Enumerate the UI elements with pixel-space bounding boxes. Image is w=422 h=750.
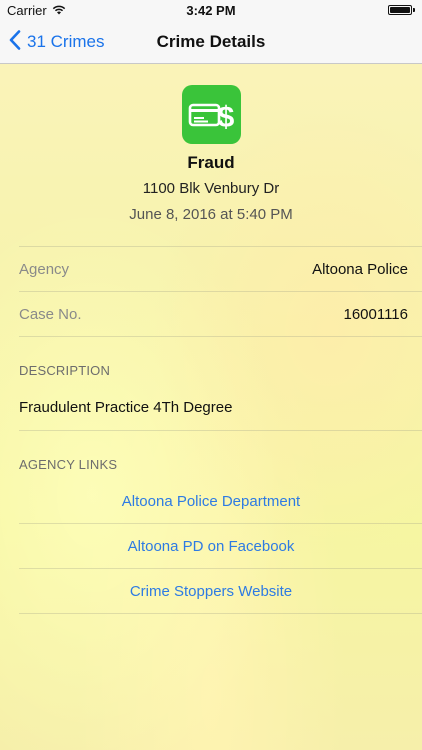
crime-header: $ Fraud 1100 Blk Venbury Dr June 8, 2016… — [0, 85, 422, 224]
crime-type: Fraud — [187, 153, 235, 172]
divider — [19, 430, 422, 431]
link-crime-stoppers-website[interactable]: Crime Stoppers Website — [0, 569, 422, 613]
agency-links-header: AGENCY LINKS — [19, 457, 118, 472]
case-number-row: Case No. 16001116 — [0, 292, 422, 336]
navigation-bar: 31 Crimes Crime Details — [0, 20, 422, 64]
svg-text:$: $ — [218, 101, 234, 132]
link-altoona-pd-facebook[interactable]: Altoona PD on Facebook — [0, 524, 422, 568]
wifi-icon — [52, 3, 66, 18]
carrier-label: Carrier — [7, 2, 47, 18]
back-button[interactable]: 31 Crimes — [9, 20, 104, 64]
agency-label: Agency — [19, 260, 70, 278]
agency-value: Altoona Police — [312, 260, 408, 278]
link-altoona-police-department[interactable]: Altoona Police Department — [0, 479, 422, 523]
divider — [19, 613, 422, 614]
crime-address: 1100 Blk Venbury Dr — [142, 180, 280, 197]
divider — [19, 336, 422, 337]
description-text: Fraudulent Practice 4Th Degree — [19, 399, 233, 416]
case-number-value: 16001116 — [343, 305, 408, 323]
case-number-label: Case No. — [19, 305, 82, 323]
crime-datetime: June 8, 2016 at 5:40 PM — [129, 206, 293, 223]
back-button-label: 31 Crimes — [27, 32, 105, 51]
credit-card-dollar-icon: $ — [181, 85, 241, 144]
status-left: Carrier — [7, 3, 66, 18]
battery-icon — [388, 5, 415, 15]
chevron-left-icon — [9, 29, 21, 55]
description-header: DESCRIPTION — [19, 363, 111, 378]
status-bar: Carrier 3:42 PM — [0, 0, 422, 20]
agency-row: Agency Altoona Police — [0, 247, 422, 291]
